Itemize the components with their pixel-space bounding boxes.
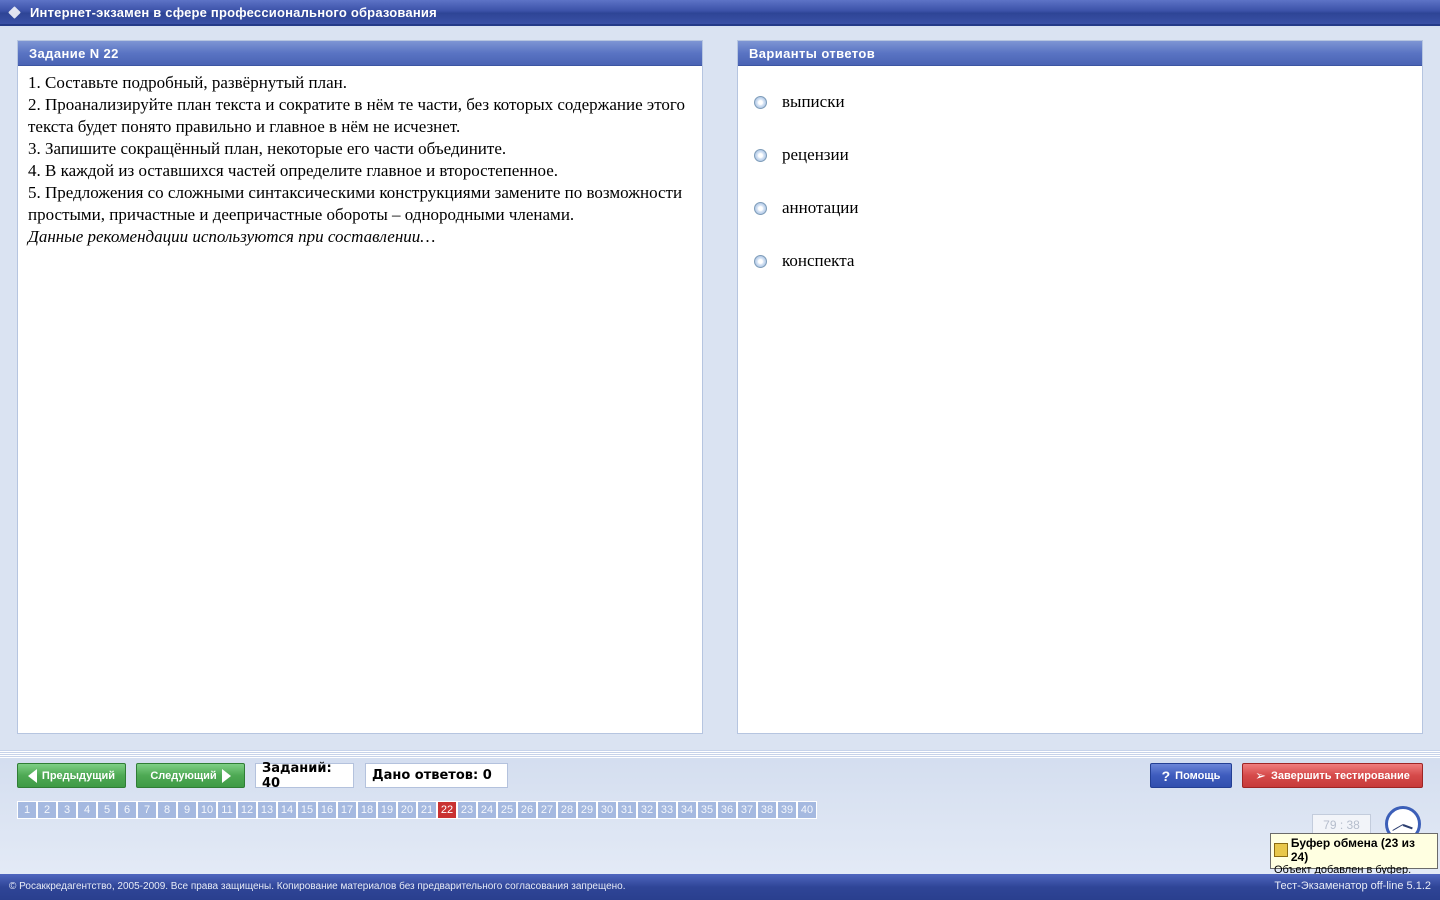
task-number-7[interactable]: 7: [137, 801, 157, 819]
answers-given-count: Дано ответов: 0: [365, 763, 508, 788]
task-number-18[interactable]: 18: [357, 801, 377, 819]
answers-header: Варианты ответов: [738, 41, 1422, 66]
task-number-37[interactable]: 37: [737, 801, 757, 819]
task-number-16[interactable]: 16: [317, 801, 337, 819]
task-number-31[interactable]: 31: [617, 801, 637, 819]
radio-button[interactable]: [754, 202, 767, 215]
question-line-5: 5. Предложения со сложными синтаксически…: [28, 183, 683, 224]
task-number-20[interactable]: 20: [397, 801, 417, 819]
task-number-4[interactable]: 4: [77, 801, 97, 819]
task-number-10[interactable]: 10: [197, 801, 217, 819]
task-number-32[interactable]: 32: [637, 801, 657, 819]
task-number-39[interactable]: 39: [777, 801, 797, 819]
task-number-1[interactable]: 1: [17, 801, 37, 819]
task-number-21[interactable]: 21: [417, 801, 437, 819]
radio-button[interactable]: [754, 149, 767, 162]
question-icon: ?: [1161, 767, 1171, 784]
divider-stripes: [0, 750, 1440, 758]
answer-label: конспекта: [782, 251, 855, 270]
task-number-30[interactable]: 30: [597, 801, 617, 819]
task-panel: Задание N 22 1. Составьте подробный, раз…: [17, 40, 703, 734]
task-number-11[interactable]: 11: [217, 801, 237, 819]
copyright-text: © Росаккредагентство, 2005-2009. Все пра…: [9, 881, 626, 892]
next-button-label: Следующий: [150, 769, 217, 782]
app-icon: [8, 6, 21, 19]
task-number-25[interactable]: 25: [497, 801, 517, 819]
task-header: Задание N 22: [18, 41, 702, 66]
prev-button[interactable]: Предыдущий: [17, 763, 126, 788]
task-number-5[interactable]: 5: [97, 801, 117, 819]
answer-option[interactable]: рецензии: [738, 144, 1422, 197]
task-number-35[interactable]: 35: [697, 801, 717, 819]
status-bar: © Росаккредагентство, 2005-2009. Все пра…: [0, 874, 1440, 900]
answer-label: рецензии: [782, 145, 849, 164]
task-number-34[interactable]: 34: [677, 801, 697, 819]
question-prompt: Данные рекомендации используются при сос…: [28, 227, 436, 246]
tooltip-title: Буфер обмена (23 из 24): [1290, 836, 1415, 864]
task-number-26[interactable]: 26: [517, 801, 537, 819]
task-number-27[interactable]: 27: [537, 801, 557, 819]
help-button-label: Помощь: [1175, 769, 1221, 782]
task-number-14[interactable]: 14: [277, 801, 297, 819]
task-number-6[interactable]: 6: [117, 801, 137, 819]
answer-option[interactable]: выписки: [738, 91, 1422, 144]
help-button[interactable]: ? Помощь: [1150, 763, 1232, 788]
task-number-22[interactable]: 22: [437, 801, 457, 819]
answer-label: выписки: [782, 92, 845, 111]
task-number-28[interactable]: 28: [557, 801, 577, 819]
task-number-29[interactable]: 29: [577, 801, 597, 819]
answers-panel: Варианты ответов выписки рецензии аннота…: [737, 40, 1423, 734]
task-number-15[interactable]: 15: [297, 801, 317, 819]
task-number-9[interactable]: 9: [177, 801, 197, 819]
arrow-left-icon: [27, 768, 37, 783]
task-number-36[interactable]: 36: [717, 801, 737, 819]
finish-button[interactable]: ➢ Завершить тестирование: [1242, 763, 1423, 788]
next-button[interactable]: Следующий: [136, 763, 245, 788]
task-number-strip: 1 2 3 4 5 6 7 8 9 10 11 12 13 14 15 16 17 18 19 20 21 22 23 24 2…: [17, 801, 817, 819]
radio-button[interactable]: [754, 96, 767, 109]
window-title: Интернет-экзамен в сфере профессионально…: [30, 5, 437, 20]
question-line-3: 3. Запишите сокращённый план, некоторые …: [28, 139, 507, 158]
task-number-24[interactable]: 24: [477, 801, 497, 819]
runner-icon: ➢: [1255, 767, 1266, 783]
task-number-8[interactable]: 8: [157, 801, 177, 819]
task-number-38[interactable]: 38: [757, 801, 777, 819]
version-text: Тест-Экзаменатор off-line 5.1.2: [1274, 880, 1431, 892]
question-text: 1. Составьте подробный, развёрнутый план…: [18, 66, 702, 248]
task-number-40[interactable]: 40: [797, 801, 817, 819]
prev-button-label: Предыдущий: [41, 769, 116, 782]
task-number-13[interactable]: 13: [257, 801, 277, 819]
answer-list: выписки рецензии аннотации конспекта: [738, 66, 1422, 303]
finish-button-label: Завершить тестирование: [1270, 769, 1410, 782]
task-number-2[interactable]: 2: [37, 801, 57, 819]
question-line-4: 4. В каждой из оставшихся частей определ…: [28, 161, 559, 180]
task-number-23[interactable]: 23: [457, 801, 477, 819]
answer-option[interactable]: конспекта: [738, 250, 1422, 303]
radio-button[interactable]: [754, 255, 767, 268]
task-number-17[interactable]: 17: [337, 801, 357, 819]
question-line-1: 1. Составьте подробный, развёрнутый план…: [28, 73, 347, 92]
task-number-3[interactable]: 3: [57, 801, 77, 819]
tasks-count: Заданий: 40: [255, 761, 354, 791]
arrow-right-icon: [221, 768, 231, 783]
clipboard-tooltip: Буфер обмена (23 из 24) Объект добавлен …: [1270, 833, 1438, 876]
answer-label: аннотации: [782, 198, 859, 217]
answer-option[interactable]: аннотации: [738, 197, 1422, 250]
clipboard-icon: [1274, 843, 1288, 857]
tooltip-title-row: Буфер обмена (23 из 24): [1274, 836, 1434, 864]
task-number-19[interactable]: 19: [377, 801, 397, 819]
task-number-12[interactable]: 12: [237, 801, 257, 819]
question-line-2: 2. Проанализируйте план текста и сократи…: [28, 95, 685, 136]
title-bar: Интернет-экзамен в сфере профессионально…: [0, 0, 1440, 26]
task-number-33[interactable]: 33: [657, 801, 677, 819]
